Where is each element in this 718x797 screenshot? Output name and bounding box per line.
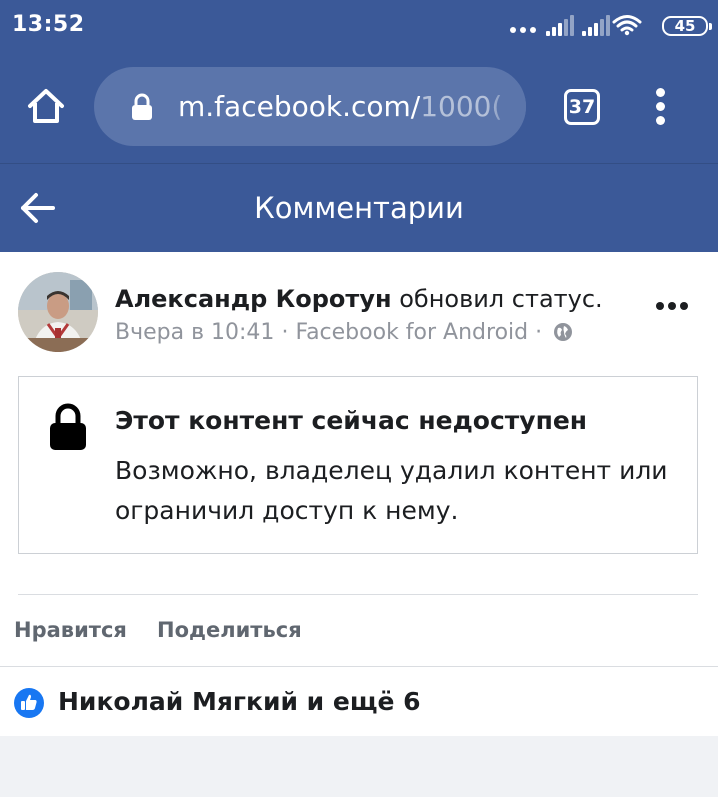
post-author-link[interactable]: Александр Коротун	[115, 285, 392, 313]
unavailable-title: Этот контент сейчас недоступен	[115, 406, 588, 435]
home-icon[interactable]	[26, 86, 66, 126]
post-header: Александр Коротун обновил статус.	[115, 284, 603, 314]
globe-icon	[554, 323, 573, 341]
battery-icon: 45	[662, 16, 712, 36]
more-options-icon[interactable]	[654, 300, 690, 312]
lock-icon	[132, 93, 152, 120]
unavailable-text: Возможно, владелец удалил контент или ог…	[115, 456, 668, 525]
post-time[interactable]: Вчера в 10:41	[115, 320, 274, 345]
url-bar[interactable]: m.facebook.com/1000(	[94, 67, 526, 146]
top-bar: 13:52 45 m.facebook.com/1000(37 Коммент…	[0, 0, 718, 252]
meta-separator: ·	[535, 320, 543, 345]
notification-dots-icon	[510, 27, 536, 35]
wifi-icon	[612, 15, 642, 36]
lock-icon	[50, 403, 86, 450]
reactions-text: Николай Мягкий и ещё 6	[58, 687, 421, 716]
share-button[interactable]: Поделиться	[157, 616, 302, 644]
meta-separator: ·	[281, 320, 289, 345]
post-meta: Вчера в 10:41 · Facebook for Android ·	[115, 319, 573, 347]
post-source: Facebook for Android	[295, 320, 529, 345]
menu-kebab-icon[interactable]	[652, 86, 672, 126]
signal-1-icon	[546, 14, 576, 36]
status-bar: 13:52 45	[0, 0, 718, 52]
signal-2-icon	[582, 14, 612, 36]
content-unavailable-box: Этот контент сейчас недоступен Возможно,…	[18, 376, 698, 554]
url-text: m.facebook.com/1000(	[178, 89, 506, 125]
divider	[0, 666, 718, 667]
post-action-text: обновил статус.	[399, 285, 603, 313]
like-button[interactable]: Нравится	[14, 616, 127, 644]
divider	[18, 594, 698, 595]
avatar-photo	[18, 272, 98, 352]
like-thumb-icon	[14, 688, 44, 718]
url-domain: m.facebook.com/	[178, 90, 421, 123]
tabs-count-button[interactable]: 37	[564, 89, 600, 125]
avatar[interactable]	[18, 272, 98, 352]
divider	[0, 163, 718, 164]
page-title: Комментарии	[254, 191, 464, 225]
status-time: 13:52	[12, 12, 85, 37]
post-card: Александр Коротун обновил статус. Вчера …	[0, 252, 718, 736]
